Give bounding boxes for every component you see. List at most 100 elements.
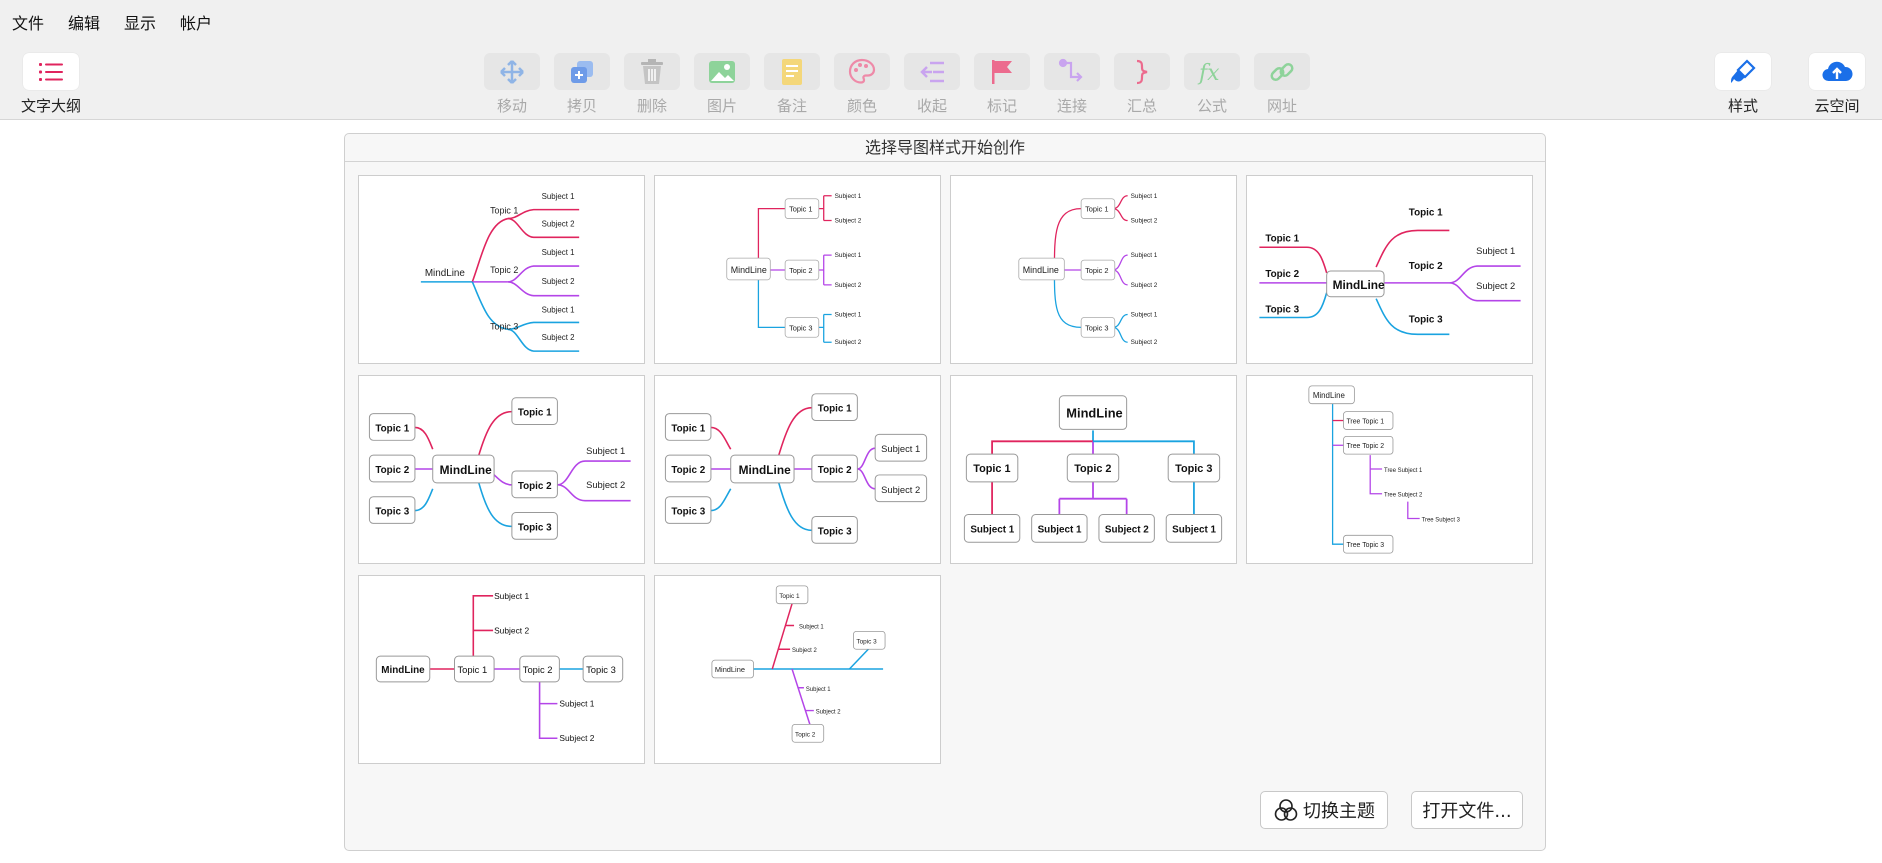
- image-button[interactable]: 图片: [693, 53, 751, 116]
- url-label: 网址: [1266, 97, 1297, 115]
- topic-label: Topic 3: [375, 507, 409, 518]
- style-button[interactable]: 样式: [1714, 53, 1772, 116]
- collapse-label: 收起: [916, 97, 947, 115]
- brush-icon: [1715, 53, 1771, 90]
- subject-label: Subject 2: [494, 625, 529, 635]
- palette-icon: [834, 53, 890, 90]
- template-card-2[interactable]: MindLine Topic 1 Topic 2 Topic 3 Subject…: [654, 175, 941, 364]
- root-label: MindLine: [731, 265, 767, 275]
- topic-label: Topic 2: [1074, 463, 1111, 475]
- subject-label: Subject 1: [1131, 252, 1158, 259]
- subject-label: Subject 1: [806, 687, 831, 693]
- menu-edit[interactable]: 编辑: [56, 12, 112, 36]
- menu-account[interactable]: 帐户: [168, 12, 224, 36]
- copy-label: 拷贝: [566, 97, 597, 115]
- subject-label: Subject 2: [835, 282, 862, 289]
- topic-label: Topic 2: [523, 664, 553, 675]
- template-card-8[interactable]: MindLine Tree Topic 1 Tree Topic 2 Tree …: [1246, 375, 1533, 564]
- topic-label: Tree Topic 3: [1346, 542, 1384, 549]
- subject-label: Subject 1: [1172, 524, 1216, 535]
- template-card-3[interactable]: MindLine Topic 1 Topic 2 Topic 3 Subject…: [950, 175, 1237, 364]
- subject-label: Subject 2: [559, 733, 594, 743]
- subject-label: Subject 1: [835, 311, 862, 318]
- subject-label: Tree Subject 1: [1384, 468, 1422, 474]
- menu-view[interactable]: 显示: [112, 12, 168, 36]
- subject-label: Subject 1: [542, 192, 576, 201]
- template-card-5[interactable]: Topic 1 Topic 2 Topic 3 MindLine Topic 1…: [358, 375, 645, 564]
- app-chrome: 文件 编辑 显示 帐户 文字大纲 移动 拷贝 删除 图片 备注 颜色 收起 标记…: [0, 0, 1882, 120]
- topic-label: Topic 1: [490, 206, 518, 216]
- switch-theme-button[interactable]: 切换主题: [1260, 791, 1388, 829]
- brace-icon: [1114, 53, 1170, 90]
- topic-label: Topic 2: [818, 465, 852, 476]
- switch-theme-label: 切换主题: [1303, 801, 1375, 822]
- subject-label: Tree Subject 2: [1384, 493, 1422, 499]
- subject-label: Subject 1: [881, 443, 920, 454]
- topic-label: Topic 3: [490, 321, 518, 331]
- template-card-4[interactable]: MindLine Topic 1 Topic 2 Topic 3 Topic 1…: [1246, 175, 1533, 364]
- subject-label: Subject 1: [559, 699, 594, 709]
- template-card-6[interactable]: Topic 1 Topic 2 Topic 3 MindLine Topic 1…: [654, 375, 941, 564]
- subject-label: Subject 1: [970, 524, 1014, 535]
- subject-label: Subject 1: [494, 591, 529, 601]
- subject-label: Subject 1: [1038, 524, 1082, 535]
- outline-button[interactable]: 文字大纲: [21, 53, 81, 116]
- subject-label: Subject 2: [542, 277, 575, 286]
- move-label: 移动: [496, 97, 527, 115]
- delete-label: 删除: [636, 97, 667, 115]
- cloud-button[interactable]: 云空间: [1808, 53, 1866, 116]
- topic-label: Topic 1: [973, 463, 1010, 475]
- topic-label: Tree Topic 1: [1346, 418, 1384, 425]
- collapse-button[interactable]: 收起: [903, 53, 961, 116]
- template-preview-4: MindLine Topic 1 Topic 2 Topic 3 Topic 1…: [1259, 208, 1521, 336]
- topic-label: Topic 3: [1265, 305, 1299, 316]
- color-button[interactable]: 颜色: [833, 53, 891, 116]
- topic-label: Topic 2: [789, 266, 812, 275]
- open-file-button[interactable]: 打开文件...: [1411, 791, 1523, 829]
- template-panel: 选择导图样式开始创作 MindLine Topic 1 Topic 2 Topi…: [344, 133, 1546, 851]
- color-label: 颜色: [846, 97, 877, 115]
- template-preview-5: Topic 1 Topic 2 Topic 3 MindLine Topic 1…: [368, 397, 631, 540]
- svg-text:fx: fx: [1197, 61, 1220, 86]
- subject-label: Subject 2: [1131, 339, 1158, 346]
- connect-button[interactable]: 连接: [1043, 53, 1101, 116]
- topic-label: Topic 1: [1265, 233, 1299, 244]
- template-preview-6: Topic 1 Topic 2 Topic 3 MindLine Topic 1…: [664, 393, 928, 544]
- move-icon: [484, 53, 540, 90]
- topic-label: Topic 1: [789, 205, 812, 214]
- template-card-1[interactable]: MindLine Topic 1 Topic 2 Topic 3 Subject…: [358, 175, 645, 364]
- template-preview-2: MindLine Topic 1 Topic 2 Topic 3 Subject…: [726, 193, 862, 346]
- url-button[interactable]: 网址: [1253, 53, 1311, 116]
- menu-file[interactable]: 文件: [0, 12, 56, 36]
- topic-label: Tree Topic 2: [1346, 443, 1384, 450]
- topic-label: Topic 3: [789, 323, 812, 332]
- topic-label: Topic 1: [818, 404, 852, 415]
- template-preview-3: MindLine Topic 1 Topic 2 Topic 3 Subject…: [1018, 193, 1158, 346]
- root-label: MindLine: [1313, 391, 1346, 400]
- topic-label: Topic 2: [1265, 269, 1299, 280]
- subject-label: Subject 2: [816, 710, 841, 716]
- note-label: 备注: [776, 97, 807, 115]
- move-button[interactable]: 移动: [483, 53, 541, 116]
- root-label: MindLine: [1066, 406, 1122, 421]
- template-card-10[interactable]: MindLine Topic 1 Topic 3 Topic 2 Subject…: [654, 575, 941, 764]
- template-card-9[interactable]: MindLine Topic 1 Topic 2 Topic 3 Subject…: [358, 575, 645, 764]
- template-preview-1: MindLine Topic 1 Topic 2 Topic 3 Subject…: [420, 192, 580, 352]
- template-card-7[interactable]: MindLine Topic 1 Topic 2 Topic 3 Subject…: [950, 375, 1237, 564]
- formula-label: 公式: [1196, 97, 1227, 115]
- formula-button[interactable]: fx 公式: [1183, 53, 1241, 116]
- image-label: 图片: [706, 97, 737, 115]
- topic-label: Topic 3: [671, 507, 705, 518]
- topic-label: Topic 3: [1409, 314, 1443, 325]
- copy-button[interactable]: 拷贝: [553, 53, 611, 116]
- delete-button[interactable]: 删除: [623, 53, 681, 116]
- trash-icon: [624, 53, 680, 90]
- note-button[interactable]: 备注: [763, 53, 821, 116]
- summary-button[interactable]: 汇总: [1113, 53, 1171, 116]
- subject-label: Subject 2: [586, 479, 625, 490]
- subject-label: Subject 1: [542, 306, 576, 315]
- topic-label: Topic 1: [1409, 208, 1443, 219]
- cloud-upload-icon: [1809, 53, 1865, 90]
- mark-button[interactable]: 标记: [973, 53, 1031, 116]
- topic-label: Topic 1: [375, 423, 409, 434]
